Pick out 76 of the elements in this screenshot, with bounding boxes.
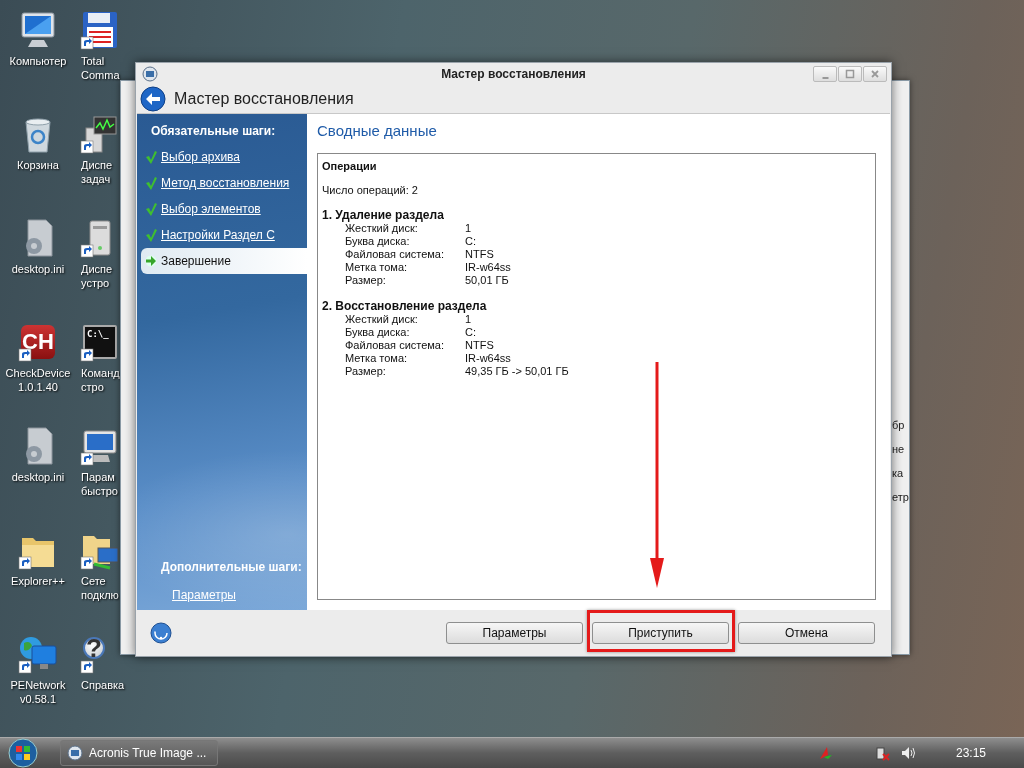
operation-count: Число операций: 2 xyxy=(322,184,419,196)
start-button[interactable] xyxy=(6,738,40,768)
icon-label: Диспе задач xyxy=(81,158,113,186)
field-label: Файловая система: xyxy=(345,248,446,261)
summary-title: Операции xyxy=(322,160,378,172)
icon-label: Total Comma xyxy=(81,54,120,82)
maximize-icon xyxy=(845,69,855,79)
window-title: Мастер восстановления xyxy=(441,67,586,81)
app-logo[interactable]: CH xyxy=(18,322,58,362)
field-label: Жесткий диск: xyxy=(345,313,419,326)
speaker-icon[interactable] xyxy=(899,745,916,761)
taskbar-button[interactable]: Acronis True Image ... xyxy=(60,740,218,766)
back-button[interactable] xyxy=(140,86,166,112)
icon-label: Диспе устро xyxy=(81,262,113,290)
dialog-button[interactable]: Отмена xyxy=(738,622,875,644)
icon-label: Справка xyxy=(81,678,125,692)
dialog-button[interactable]: Приступить xyxy=(592,622,729,644)
field-value: IR-w64ss xyxy=(465,261,511,274)
step-link[interactable]: Выбор элементов xyxy=(161,202,261,216)
terminal-icon[interactable]: C:\_ xyxy=(80,322,120,362)
minimize-button[interactable] xyxy=(813,66,837,82)
icon-label: Компьютер xyxy=(9,54,67,68)
arrow-icon xyxy=(145,254,157,268)
field-value: 1 xyxy=(465,313,472,326)
field-label: Размер: xyxy=(345,365,387,378)
step-link[interactable]: Настройки Раздел C xyxy=(161,228,275,242)
step-link[interactable]: Выбор архива xyxy=(161,150,240,164)
page-heading: Сводные данные xyxy=(317,122,438,139)
icon-label: Команд стро xyxy=(81,366,120,394)
field-label: Жесткий диск: xyxy=(345,222,419,235)
field-value: NTFS xyxy=(465,339,494,352)
field-value: NTFS xyxy=(465,248,494,261)
operation-title: 2. Восстановление раздела xyxy=(322,299,488,313)
icon-label: PENetwork v0.58.1 xyxy=(10,678,66,706)
field-value: 49,35 ГБ -> 50,01 ГБ xyxy=(465,365,569,378)
app-icon xyxy=(67,745,83,761)
field-label: Метка тома: xyxy=(345,261,409,274)
clock: 23:15 xyxy=(955,746,986,760)
window-text-fragment: не xyxy=(892,443,905,455)
section-heading: Обязательные шаги: xyxy=(151,124,277,138)
computer-graph-icon[interactable] xyxy=(80,114,120,154)
power-icon[interactable] xyxy=(873,745,890,761)
dialog-button[interactable]: Параметры xyxy=(446,622,583,644)
operation-title: 1. Удаление раздела xyxy=(322,208,445,222)
window-text-fragment: ка xyxy=(892,467,904,479)
wizard-title: Мастер восстановления xyxy=(174,90,354,108)
window-text-fragment: етр xyxy=(892,491,909,503)
field-label: Буква диска: xyxy=(345,326,411,339)
icon-label: Парам быстро xyxy=(81,470,118,498)
globe-monitor-icon[interactable] xyxy=(18,634,58,674)
help-icon[interactable] xyxy=(150,622,172,644)
flag-icon[interactable] xyxy=(817,745,834,761)
current-step[interactable]: Завершение xyxy=(141,248,307,274)
icon-label: desktop.ini xyxy=(11,262,65,276)
icon-label: desktop.ini xyxy=(11,470,65,484)
field-label: Буква диска: xyxy=(345,235,411,248)
field-value: 1 xyxy=(465,222,472,235)
close-icon xyxy=(870,69,880,79)
field-label: Файловая система: xyxy=(345,339,446,352)
icon-label: Сете подклю xyxy=(81,574,119,602)
close-button[interactable] xyxy=(863,66,887,82)
icon-label: Корзина xyxy=(17,158,59,172)
step-link[interactable]: Метод восстановления xyxy=(161,176,290,190)
field-label: Метка тома: xyxy=(345,352,409,365)
window-text-fragment: бр xyxy=(892,419,905,431)
field-value: C: xyxy=(465,326,476,339)
field-label: Размер: xyxy=(345,274,387,287)
field-value: 50,01 ГБ xyxy=(465,274,509,287)
field-value: C: xyxy=(465,235,476,248)
section-heading: Дополнительные шаги: xyxy=(161,560,303,574)
icon-label: CheckDevice 1.0.1.40 xyxy=(5,366,71,394)
field-value: IR-w64ss xyxy=(465,352,511,365)
maximize-button[interactable] xyxy=(838,66,862,82)
monitor-icon[interactable] xyxy=(18,10,58,50)
icon-label: Explorer++ xyxy=(11,574,65,588)
app-icon xyxy=(142,66,158,82)
